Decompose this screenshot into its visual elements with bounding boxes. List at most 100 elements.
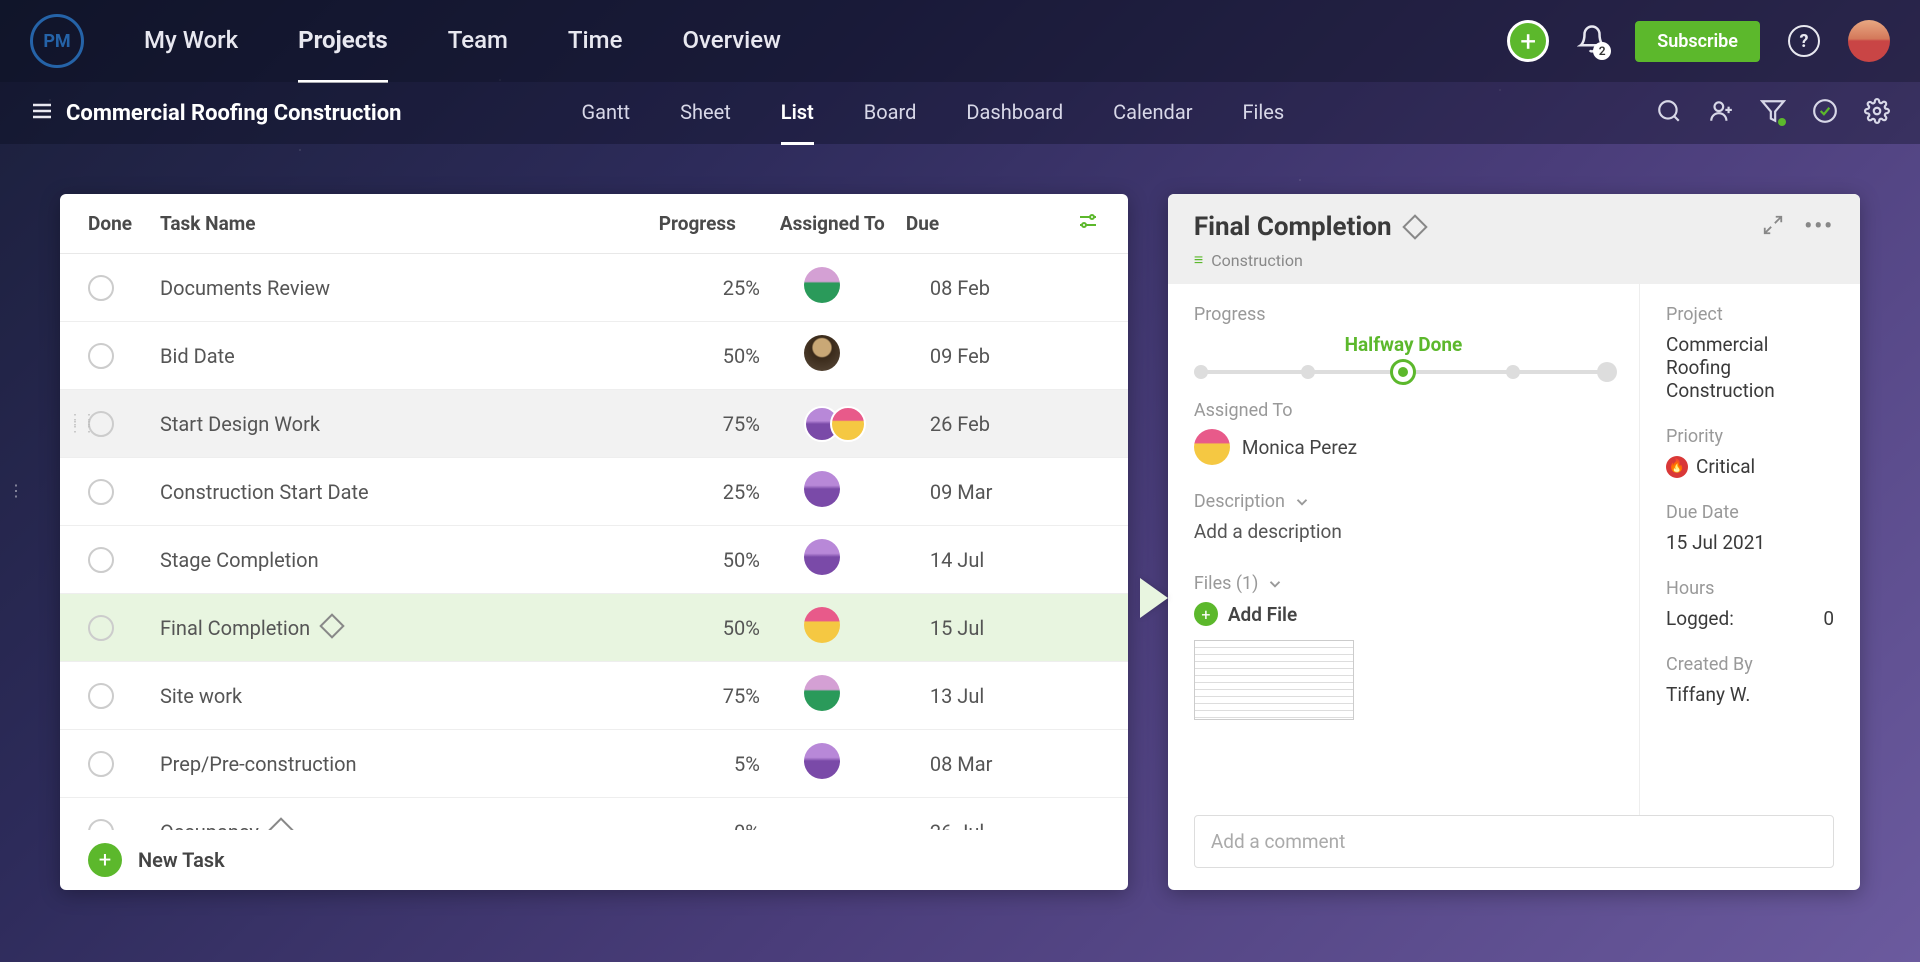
- nav-time[interactable]: Time: [568, 0, 623, 83]
- table-row[interactable]: Stage Completion50%14 Jul: [60, 526, 1128, 594]
- user-avatar[interactable]: [1848, 20, 1890, 62]
- task-assignees[interactable]: [760, 607, 930, 648]
- task-progress: 50%: [640, 344, 760, 368]
- add-user-button[interactable]: [1708, 98, 1734, 128]
- task-assignees[interactable]: [760, 335, 930, 376]
- nav-projects[interactable]: Projects: [298, 0, 388, 83]
- file-attachment-thumbnail[interactable]: [1194, 640, 1354, 720]
- progress-thumb[interactable]: [1390, 359, 1416, 385]
- assignee-avatar: [804, 607, 840, 643]
- filter-button[interactable]: [1760, 98, 1786, 128]
- done-checkbox[interactable]: [88, 819, 114, 831]
- done-checkbox[interactable]: [88, 683, 114, 709]
- nav-my-work[interactable]: My Work: [144, 0, 238, 83]
- progress-status-text: Halfway Done: [1194, 333, 1613, 356]
- task-name: Prep/Pre-construction: [160, 752, 640, 776]
- list-icon: ≡: [1194, 250, 1203, 270]
- done-checkbox[interactable]: [88, 547, 114, 573]
- files-label[interactable]: Files (1): [1194, 573, 1613, 594]
- view-dashboard[interactable]: Dashboard: [966, 82, 1063, 145]
- drag-handle-icon[interactable]: ⋮⋮⋮⋮: [68, 417, 96, 431]
- menu-toggle[interactable]: [30, 99, 54, 127]
- progress-label: Progress: [1194, 304, 1613, 325]
- description-label[interactable]: Description: [1194, 491, 1613, 512]
- new-task-button[interactable]: + New Task: [60, 830, 1128, 890]
- chevron-down-icon: [1266, 575, 1284, 593]
- task-assignees[interactable]: [760, 267, 930, 308]
- view-board[interactable]: Board: [864, 82, 917, 145]
- view-files[interactable]: Files: [1243, 82, 1285, 145]
- task-assignees[interactable]: [760, 406, 930, 442]
- help-button[interactable]: ?: [1788, 25, 1820, 57]
- header-due: Due: [906, 212, 1076, 235]
- nav-team[interactable]: Team: [448, 0, 508, 83]
- created-by-label: Created By: [1666, 654, 1834, 675]
- search-icon: [1656, 98, 1682, 124]
- header-assigned: Assigned To: [736, 212, 906, 235]
- table-row[interactable]: Documents Review25%08 Feb: [60, 254, 1128, 322]
- detail-title: Final Completion: [1194, 212, 1392, 242]
- assignee-avatar: [804, 675, 840, 711]
- task-name: Start Design Work: [160, 412, 640, 436]
- table-row[interactable]: Bid Date50%09 Feb: [60, 322, 1128, 390]
- table-row[interactable]: Site work75%13 Jul: [60, 662, 1128, 730]
- add-file-button[interactable]: + Add File: [1194, 602, 1613, 626]
- task-due: 26 Feb: [930, 412, 1100, 436]
- milestone-icon: [319, 613, 344, 638]
- app-logo[interactable]: PM: [30, 14, 84, 68]
- more-menu-button[interactable]: •••: [1804, 214, 1834, 240]
- table-row[interactable]: Final Completion 50% 15 Jul: [60, 594, 1128, 662]
- add-user-icon: [1708, 98, 1734, 124]
- nav-overview[interactable]: Overview: [682, 0, 781, 83]
- priority-value[interactable]: 🔥 Critical: [1666, 455, 1834, 478]
- search-button[interactable]: [1656, 98, 1682, 128]
- done-checkbox[interactable]: [88, 343, 114, 369]
- due-date-label: Due Date: [1666, 502, 1834, 523]
- task-due: 09 Feb: [930, 344, 1100, 368]
- settings-button[interactable]: [1864, 98, 1890, 128]
- milestone-icon: [1402, 214, 1427, 239]
- new-task-label: New Task: [138, 848, 225, 872]
- hamburger-icon: [30, 99, 54, 123]
- breadcrumb[interactable]: ≡ Construction: [1194, 250, 1834, 270]
- column-settings-button[interactable]: [1076, 209, 1100, 238]
- progress-slider[interactable]: [1198, 370, 1609, 374]
- flame-icon: 🔥: [1666, 456, 1688, 478]
- hours-logged-value: 0: [1823, 607, 1834, 630]
- view-list[interactable]: List: [781, 82, 814, 145]
- task-due: 08 Mar: [930, 752, 1100, 776]
- task-name: Final Completion: [160, 616, 640, 640]
- task-due: 15 Jul: [930, 616, 1100, 640]
- expand-button[interactable]: [1762, 214, 1784, 240]
- view-sheet[interactable]: Sheet: [680, 82, 731, 145]
- add-button[interactable]: +: [1507, 20, 1549, 62]
- filter-active-dot: [1778, 118, 1786, 126]
- done-checkbox[interactable]: [88, 479, 114, 505]
- table-row[interactable]: Occupancy 0%26 Jul: [60, 798, 1128, 830]
- done-checkbox[interactable]: [88, 615, 114, 641]
- task-progress: 50%: [640, 616, 760, 640]
- subscribe-button[interactable]: Subscribe: [1635, 21, 1760, 62]
- task-assignees[interactable]: [760, 675, 930, 716]
- assignee-row[interactable]: Monica Perez: [1194, 429, 1613, 465]
- view-gantt[interactable]: Gantt: [581, 82, 630, 145]
- assigned-label: Assigned To: [1194, 400, 1613, 421]
- assignee-avatar: [804, 743, 840, 779]
- notifications-button[interactable]: 2: [1577, 24, 1607, 58]
- task-assignees[interactable]: [760, 539, 930, 580]
- comment-input[interactable]: Add a comment: [1194, 815, 1834, 868]
- table-row[interactable]: ⋮⋮⋮⋮Start Design Work75%26 Feb: [60, 390, 1128, 458]
- task-progress: 25%: [640, 276, 760, 300]
- task-progress: 75%: [640, 684, 760, 708]
- task-due: 14 Jul: [930, 548, 1100, 572]
- task-assignees[interactable]: [760, 743, 930, 784]
- done-checkbox[interactable]: [88, 275, 114, 301]
- table-row[interactable]: Prep/Pre-construction5%08 Mar: [60, 730, 1128, 798]
- description-input[interactable]: Add a description: [1194, 520, 1613, 543]
- done-checkbox[interactable]: [88, 751, 114, 777]
- task-assignees[interactable]: [760, 471, 930, 512]
- approve-button[interactable]: [1812, 98, 1838, 128]
- view-calendar[interactable]: Calendar: [1113, 82, 1192, 145]
- chevron-down-icon: [1293, 493, 1311, 511]
- table-row[interactable]: Construction Start Date25%09 Mar: [60, 458, 1128, 526]
